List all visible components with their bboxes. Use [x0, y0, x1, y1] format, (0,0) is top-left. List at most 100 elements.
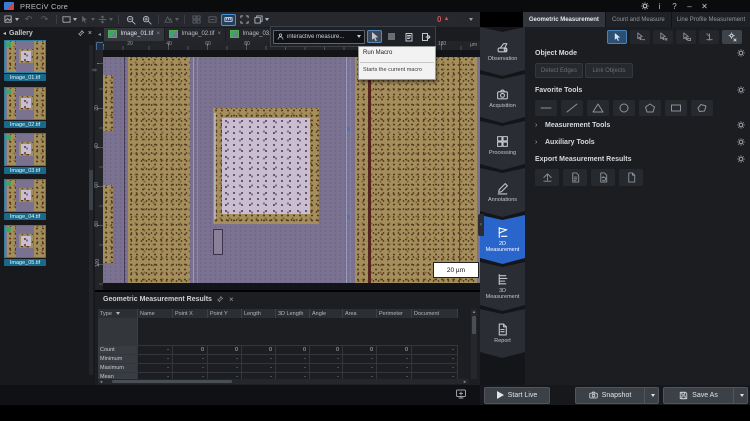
- export-sheet-icon[interactable]: [535, 169, 559, 186]
- circle-tool-icon[interactable]: [613, 100, 635, 116]
- scrollbar-thumb[interactable]: [472, 316, 476, 334]
- scrollbar-thumb[interactable]: [112, 380, 232, 383]
- panel-collapse-handle[interactable]: ‹: [478, 214, 484, 236]
- snapshot-dropdown-icon[interactable]: [644, 388, 658, 403]
- notification-badge[interactable]: 0 ▲: [437, 13, 449, 25]
- insert-image-icon[interactable]: [3, 14, 20, 26]
- tab-processing[interactable]: Processing: [480, 121, 525, 170]
- list-item[interactable]: Image_01.tif: [4, 40, 46, 81]
- filter-dropdown-icon[interactable]: [116, 312, 120, 315]
- column-header[interactable]: Name: [138, 309, 173, 318]
- close-icon[interactable]: ✕: [697, 0, 712, 12]
- fit-view-icon[interactable]: [205, 14, 220, 26]
- gear-icon[interactable]: [737, 121, 745, 129]
- gallery-scrollbar[interactable]: [89, 45, 93, 375]
- tab-count-and-measure[interactable]: Count and Measure: [606, 12, 671, 27]
- list-item[interactable]: Image_02.tif: [4, 87, 46, 128]
- table-horizontal-scrollbar[interactable]: ◄ ►: [98, 379, 468, 384]
- tab-report[interactable]: Report: [480, 309, 525, 358]
- column-header[interactable]: Point Y: [208, 309, 242, 318]
- pointer-tool-icon[interactable]: [79, 14, 96, 26]
- column-header[interactable]: Type: [98, 309, 138, 318]
- undo-icon[interactable]: ↶: [21, 14, 36, 26]
- microscopy-image[interactable]: 20 µm: [103, 57, 480, 283]
- polygon-tool-icon[interactable]: [639, 100, 661, 116]
- magnification-icon[interactable]: [163, 14, 180, 26]
- select-measurement-icon[interactable]: [607, 30, 627, 44]
- zoom-out-icon[interactable]: [123, 14, 138, 26]
- tab-observation[interactable]: Observation: [480, 27, 525, 76]
- section-title-measurement-tools[interactable]: Measurement Tools: [545, 122, 610, 129]
- collapse-left-icon[interactable]: ◂: [3, 30, 6, 37]
- line-tool-icon[interactable]: [535, 100, 557, 116]
- list-item[interactable]: Image_04.tif: [4, 179, 46, 220]
- list-item[interactable]: Image_05.tif: [4, 225, 46, 266]
- minimize-icon[interactable]: –: [682, 0, 697, 12]
- tab-annotations[interactable]: Annotations: [480, 168, 525, 217]
- select-rect-icon[interactable]: [61, 14, 78, 26]
- help-icon[interactable]: ?: [667, 0, 682, 12]
- export-clipboard-icon[interactable]: [591, 169, 615, 186]
- close-icon[interactable]: ×: [229, 295, 234, 304]
- pan-tool-icon[interactable]: [97, 14, 114, 26]
- pin-icon[interactable]: [78, 30, 85, 37]
- closed-polygon-tool-icon[interactable]: [691, 100, 713, 116]
- image-thumbnail[interactable]: [4, 225, 46, 258]
- table-vertical-scrollbar[interactable]: ▲: [471, 309, 477, 379]
- close-icon[interactable]: ×: [217, 31, 221, 37]
- tab-3d-measurement[interactable]: 3D Measurement: [480, 262, 525, 311]
- run-macro-icon[interactable]: [418, 30, 433, 43]
- macro-list-icon[interactable]: [401, 30, 416, 43]
- scroll-up-icon[interactable]: ▲: [471, 309, 477, 315]
- fullscreen-icon[interactable]: [237, 14, 252, 26]
- column-header[interactable]: 3D Length: [276, 309, 310, 318]
- display-feedback-icon[interactable]: [455, 388, 467, 400]
- column-header[interactable]: Angle: [310, 309, 343, 318]
- gear-icon[interactable]: [737, 138, 745, 146]
- zoom-in-icon[interactable]: [139, 14, 154, 26]
- gear-icon[interactable]: [737, 49, 745, 57]
- list-item[interactable]: Image_03.tif: [4, 133, 46, 174]
- save-as-dropdown-icon[interactable]: [733, 388, 747, 403]
- column-header[interactable]: Perimeter: [377, 309, 412, 318]
- pin-icon[interactable]: [217, 296, 224, 303]
- move-measurement-icon[interactable]: [630, 30, 650, 44]
- link-objects-button[interactable]: Link Objects: [585, 63, 633, 78]
- tab-scroll-left-icon[interactable]: ◂: [95, 28, 104, 41]
- tab-2d-measurement[interactable]: 2D Measurement: [480, 215, 525, 264]
- scroll-left-icon[interactable]: ◄: [98, 379, 104, 384]
- measurement-options-icon[interactable]: [722, 30, 742, 44]
- column-header[interactable]: Document: [412, 309, 458, 318]
- export-report-icon[interactable]: [619, 169, 643, 186]
- image-thumbnail[interactable]: [4, 87, 46, 120]
- column-header[interactable]: Length: [242, 309, 276, 318]
- section-title-auxiliary-tools[interactable]: Auxiliary Tools: [545, 139, 595, 146]
- rectangle-tool-icon[interactable]: [665, 100, 687, 116]
- close-icon[interactable]: ×: [88, 30, 92, 37]
- image-tab[interactable]: Image_01.tif ×: [104, 28, 164, 41]
- redo-icon[interactable]: ↷: [37, 14, 52, 26]
- column-header[interactable]: Area: [343, 309, 377, 318]
- tab-geometric-measurement[interactable]: Geometric Measurement: [523, 12, 605, 27]
- settings-icon[interactable]: [637, 0, 652, 12]
- close-icon[interactable]: ×: [156, 31, 160, 37]
- image-tab[interactable]: Image_02.tif ×: [165, 28, 225, 41]
- crosshair-measurement-icon[interactable]: [699, 30, 719, 44]
- snapshot-button[interactable]: Snapshot: [575, 387, 659, 404]
- scale-bar-toggle-icon[interactable]: [221, 14, 236, 26]
- polyline-tool-icon[interactable]: [561, 100, 583, 116]
- toolbar-collapse-icon[interactable]: [462, 13, 477, 25]
- stop-macro-icon[interactable]: [384, 30, 399, 43]
- delete-measurement-icon[interactable]: [676, 30, 696, 44]
- angle-tool-icon[interactable]: [587, 100, 609, 116]
- measure-mode-dropdown[interactable]: interactive measure...: [273, 30, 365, 44]
- gear-icon[interactable]: [737, 86, 745, 94]
- image-viewer[interactable]: 20 µm: [103, 50, 480, 290]
- start-live-button[interactable]: Start Live: [484, 387, 550, 404]
- image-thumbnail[interactable]: [4, 133, 46, 166]
- export-file-icon[interactable]: [563, 169, 587, 186]
- info-icon[interactable]: i: [652, 0, 667, 12]
- save-as-button[interactable]: Save As: [663, 387, 748, 404]
- expand-chevron-icon[interactable]: ›: [535, 139, 537, 146]
- gallery-scrollbar-thumb[interactable]: [89, 170, 93, 210]
